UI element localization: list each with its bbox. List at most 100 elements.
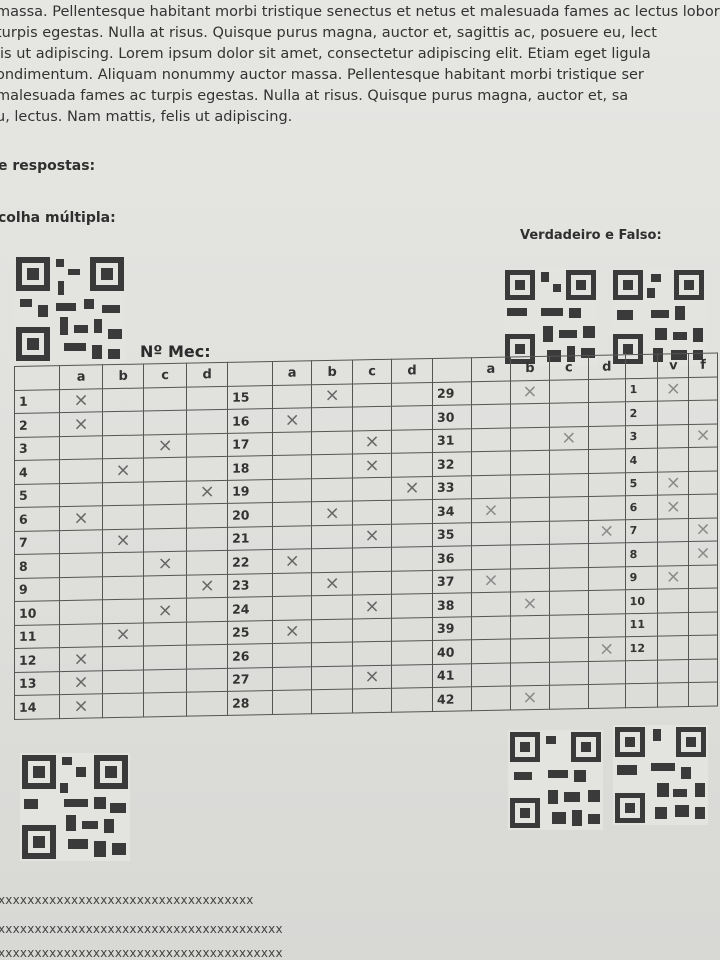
answer-cell[interactable] bbox=[510, 403, 550, 428]
marked-answer-cell[interactable]: × bbox=[59, 388, 103, 413]
marked-answer-cell[interactable]: × bbox=[186, 573, 228, 599]
answer-cell[interactable] bbox=[186, 691, 228, 716]
marked-answer-cell[interactable]: × bbox=[59, 670, 103, 695]
answer-cell[interactable] bbox=[186, 409, 228, 434]
answer-cell[interactable] bbox=[510, 544, 550, 569]
answer-cell[interactable] bbox=[311, 453, 353, 479]
answer-cell[interactable] bbox=[272, 431, 312, 456]
marked-answer-cell[interactable]: × bbox=[143, 433, 187, 459]
answer-cell[interactable] bbox=[391, 405, 433, 430]
answer-cell[interactable] bbox=[59, 623, 103, 648]
answer-cell[interactable] bbox=[186, 456, 228, 481]
answer-cell[interactable] bbox=[510, 520, 550, 545]
answer-cell[interactable] bbox=[688, 611, 718, 636]
answer-cell[interactable] bbox=[186, 550, 228, 575]
answer-cell[interactable] bbox=[588, 448, 626, 473]
answer-cell[interactable] bbox=[588, 401, 626, 426]
answer-cell[interactable] bbox=[391, 522, 433, 548]
answer-cell[interactable] bbox=[549, 378, 589, 404]
answer-cell[interactable] bbox=[311, 406, 353, 432]
answer-cell[interactable] bbox=[391, 452, 433, 477]
marked-answer-cell[interactable]: × bbox=[311, 500, 353, 526]
marked-answer-cell[interactable]: × bbox=[588, 636, 626, 661]
answer-cell[interactable] bbox=[186, 385, 228, 411]
answer-cell[interactable] bbox=[272, 384, 312, 409]
answer-cell[interactable] bbox=[657, 682, 689, 707]
marked-answer-cell[interactable]: × bbox=[352, 453, 392, 478]
answer-cell[interactable] bbox=[657, 612, 689, 637]
answer-cell[interactable] bbox=[352, 476, 392, 501]
answer-cell[interactable] bbox=[549, 402, 589, 427]
answer-cell[interactable] bbox=[688, 376, 718, 401]
answer-cell[interactable] bbox=[549, 684, 589, 709]
answer-cell[interactable] bbox=[588, 683, 626, 708]
answer-cell[interactable] bbox=[391, 381, 433, 407]
answer-cell[interactable] bbox=[272, 666, 312, 691]
answer-cell[interactable] bbox=[143, 386, 187, 412]
answer-cell[interactable] bbox=[186, 667, 228, 693]
answer-cell[interactable] bbox=[471, 638, 511, 664]
marked-answer-cell[interactable]: × bbox=[102, 458, 144, 483]
answer-cell[interactable] bbox=[588, 472, 626, 497]
answer-cell[interactable] bbox=[311, 688, 353, 714]
answer-cell[interactable] bbox=[272, 572, 312, 597]
answer-cell[interactable] bbox=[352, 382, 392, 407]
answer-cell[interactable] bbox=[471, 591, 511, 617]
answer-cell[interactable] bbox=[352, 617, 392, 642]
marked-answer-cell[interactable]: × bbox=[186, 479, 228, 505]
marked-answer-cell[interactable]: × bbox=[311, 571, 353, 596]
answer-cell[interactable] bbox=[391, 663, 433, 689]
marked-answer-cell[interactable]: × bbox=[59, 505, 103, 531]
answer-cell[interactable] bbox=[510, 473, 550, 498]
answer-cell[interactable] bbox=[143, 504, 187, 529]
marked-answer-cell[interactable]: × bbox=[352, 594, 392, 619]
answer-cell[interactable] bbox=[588, 566, 626, 591]
answer-cell[interactable] bbox=[102, 599, 144, 624]
answer-cell[interactable] bbox=[311, 641, 353, 667]
answer-cell[interactable] bbox=[510, 614, 550, 639]
marked-answer-cell[interactable]: × bbox=[471, 568, 511, 593]
answer-cell[interactable] bbox=[688, 587, 718, 613]
answer-cell[interactable] bbox=[59, 599, 103, 625]
answer-cell[interactable] bbox=[311, 547, 353, 573]
answer-cell[interactable] bbox=[688, 399, 718, 425]
answer-cell[interactable] bbox=[59, 482, 103, 507]
answer-cell[interactable] bbox=[588, 660, 626, 685]
answer-cell[interactable] bbox=[352, 688, 392, 713]
answer-cell[interactable] bbox=[59, 435, 103, 460]
answer-cell[interactable] bbox=[352, 570, 392, 595]
answer-cell[interactable] bbox=[102, 505, 144, 530]
answer-cell[interactable] bbox=[311, 430, 353, 455]
answer-cell[interactable] bbox=[657, 635, 689, 660]
answer-cell[interactable] bbox=[311, 524, 353, 549]
marked-answer-cell[interactable]: × bbox=[510, 379, 550, 404]
answer-cell[interactable] bbox=[549, 449, 589, 474]
marked-answer-cell[interactable]: × bbox=[352, 429, 392, 454]
answer-cell[interactable] bbox=[657, 424, 689, 449]
answer-cell[interactable] bbox=[510, 426, 550, 451]
answer-cell[interactable] bbox=[102, 387, 144, 412]
answer-cell[interactable] bbox=[657, 518, 689, 543]
answer-cell[interactable] bbox=[311, 477, 353, 502]
answer-cell[interactable] bbox=[143, 410, 187, 435]
marked-answer-cell[interactable]: × bbox=[352, 523, 392, 548]
marked-answer-cell[interactable]: × bbox=[549, 425, 589, 451]
answer-cell[interactable] bbox=[352, 547, 392, 572]
answer-cell[interactable] bbox=[510, 450, 550, 475]
answer-cell[interactable] bbox=[59, 576, 103, 601]
marked-answer-cell[interactable]: × bbox=[688, 540, 718, 566]
answer-cell[interactable] bbox=[471, 380, 511, 405]
answer-cell[interactable] bbox=[391, 687, 433, 712]
answer-cell[interactable] bbox=[588, 613, 626, 638]
answer-cell[interactable] bbox=[391, 428, 433, 454]
answer-cell[interactable] bbox=[102, 575, 144, 600]
answer-cell[interactable] bbox=[352, 406, 392, 431]
answer-cell[interactable] bbox=[549, 472, 589, 498]
marked-answer-cell[interactable]: × bbox=[588, 519, 626, 544]
answer-cell[interactable] bbox=[59, 529, 103, 554]
answer-cell[interactable] bbox=[143, 692, 187, 717]
answer-cell[interactable] bbox=[688, 658, 718, 683]
answer-cell[interactable] bbox=[471, 450, 511, 476]
answer-cell[interactable] bbox=[352, 500, 392, 525]
answer-cell[interactable] bbox=[143, 668, 187, 694]
